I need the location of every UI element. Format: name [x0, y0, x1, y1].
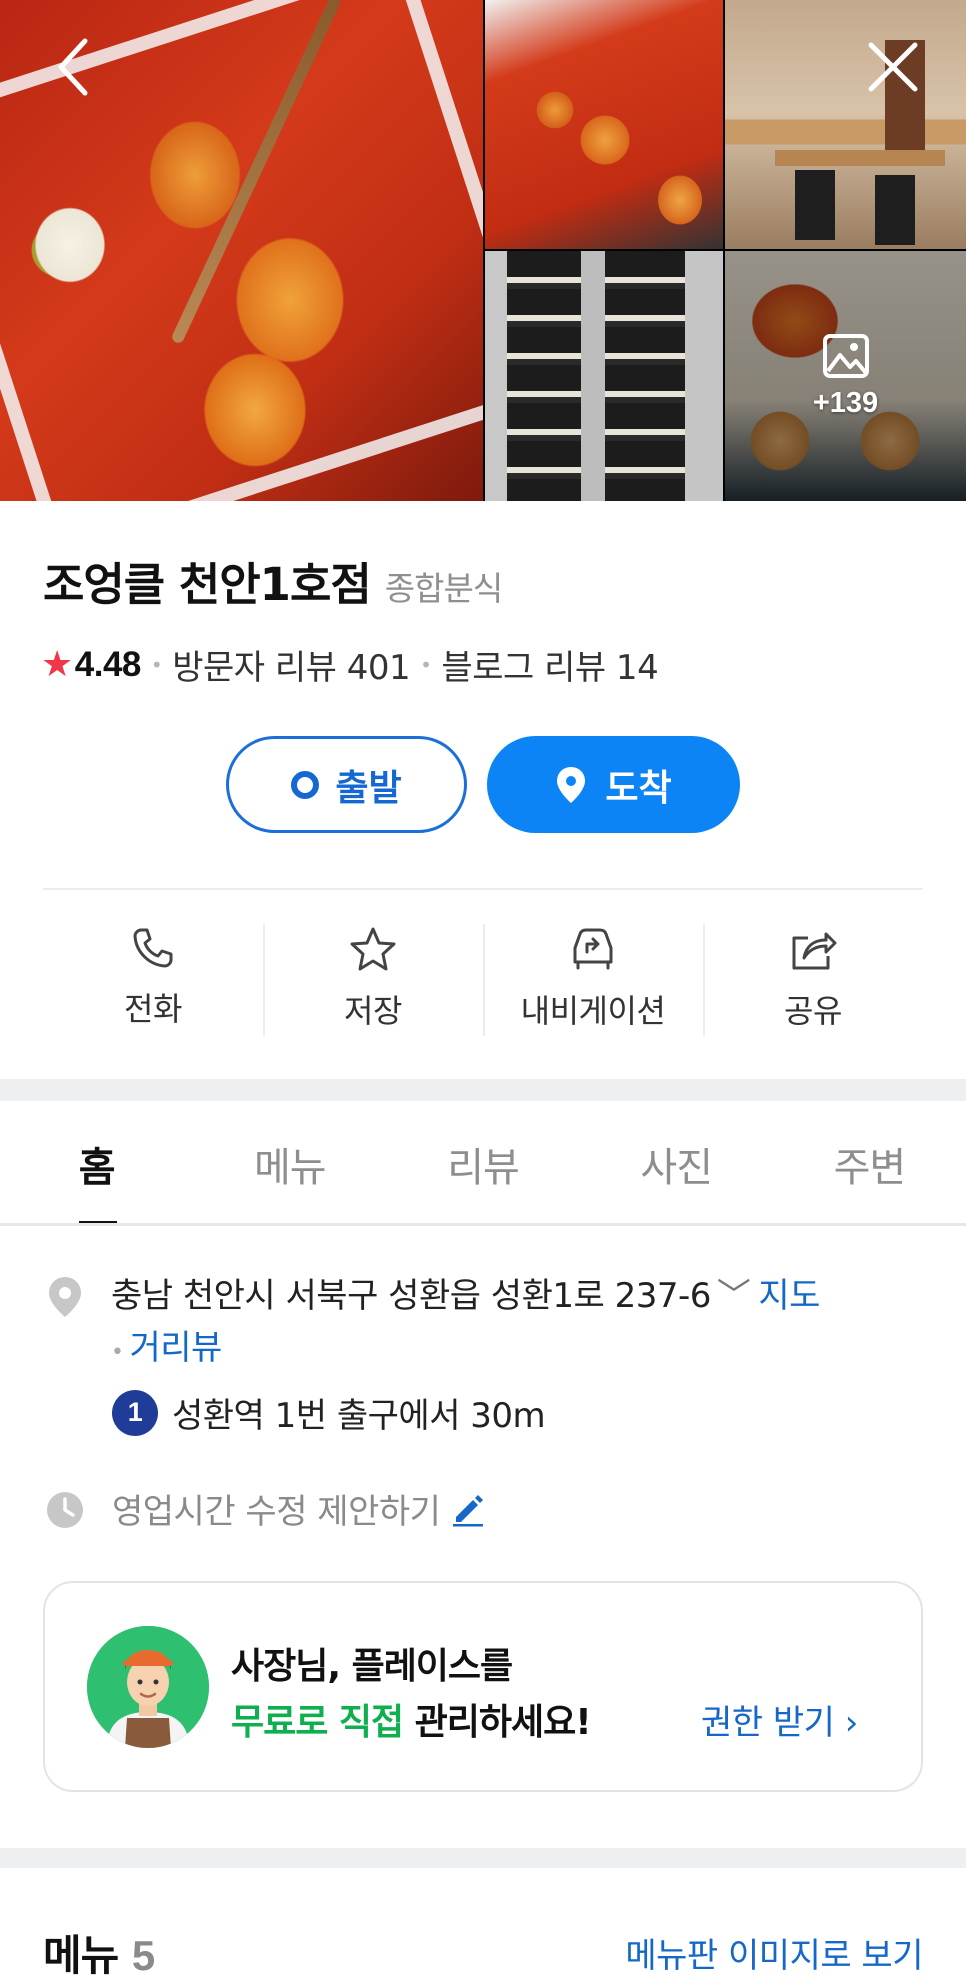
- place-category: 종합분식: [384, 569, 503, 608]
- photo-thumb-2[interactable]: [725, 0, 966, 249]
- navigation-button[interactable]: 내비게이션: [483, 912, 703, 1052]
- chevron-down-icon[interactable]: ﹀: [717, 1270, 751, 1322]
- promo-line-2: 무료로 직접 관리하세요!: [231, 1693, 592, 1745]
- subway-info: 1 성환역 1번 출구에서 30m: [112, 1388, 546, 1437]
- photo-detail-chair: [875, 175, 915, 245]
- close-button[interactable]: [858, 32, 928, 102]
- subway-line-badge: 1: [112, 1389, 158, 1436]
- share-button[interactable]: 공유: [703, 912, 923, 1052]
- location-icon: [49, 1277, 81, 1317]
- promo-line-1: 사장님, 플레이스를: [231, 1646, 513, 1687]
- car-navigation-icon: [573, 928, 613, 970]
- hours-suggest-link[interactable]: 영업시간 수정 제안하기: [112, 1484, 486, 1533]
- place-header: 조엉클 천안1호점 종합분식: [43, 548, 503, 613]
- photo-thumb-1[interactable]: [485, 0, 723, 249]
- map-link[interactable]: 지도: [758, 1276, 820, 1316]
- depart-label: 출발: [335, 767, 402, 809]
- save-label: 저장: [344, 992, 402, 1030]
- photo-detail-foil: [485, 251, 723, 501]
- rating-value: 4.48: [74, 644, 142, 684]
- menu-title: 메뉴: [43, 1931, 119, 1980]
- owner-avatar: [87, 1626, 209, 1748]
- back-button[interactable]: [38, 32, 108, 102]
- image-icon: [822, 333, 869, 378]
- claim-permission-link[interactable]: 권한 받기 ›: [701, 1695, 858, 1744]
- share-icon: [792, 932, 837, 970]
- blog-review-link[interactable]: 블로그 리뷰 14: [441, 640, 658, 689]
- subway-text: 성환역 1번 출구에서 30m: [172, 1396, 546, 1436]
- location-pin-icon: [557, 766, 586, 803]
- promo-highlight: 무료로 직접: [231, 1702, 404, 1743]
- depart-button[interactable]: 출발: [226, 736, 467, 833]
- tab-menu[interactable]: 메뉴: [193, 1101, 386, 1226]
- arrive-label: 도착: [605, 767, 672, 809]
- close-icon: [868, 42, 918, 92]
- address-block: 충남 천안시 서북구 성환읍 성환1로 237-6 ﹀ 지도 • 거리뷰: [111, 1270, 911, 1379]
- rating-star-icon: ★: [41, 644, 73, 685]
- owner-illustration-icon: [87, 1626, 209, 1748]
- arrive-button[interactable]: 도착: [487, 736, 740, 833]
- call-button[interactable]: 전화: [43, 912, 263, 1052]
- separator-dot: •: [111, 1340, 124, 1365]
- action-bar: 전화 저장 내비게이션 공유: [43, 912, 923, 1052]
- hours-text: 영업시간 수정 제안하기: [112, 1492, 441, 1532]
- rating-row: ★ 4.48 • 방문자 리뷰 401 • 블로그 리뷰 14: [41, 640, 659, 689]
- clock-icon: [47, 1492, 83, 1528]
- tab-photo[interactable]: 사진: [580, 1101, 773, 1226]
- photo-thumb-3[interactable]: [485, 251, 723, 501]
- call-label: 전화: [124, 990, 182, 1028]
- more-photos-count: +139: [812, 386, 879, 419]
- place-name: 조엉클 천안1호점: [43, 558, 372, 611]
- tab-nearby[interactable]: 주변: [773, 1101, 966, 1226]
- phone-icon: [133, 928, 173, 968]
- share-label: 공유: [784, 992, 842, 1030]
- section-separator: [0, 1848, 966, 1868]
- photo-detail-table: [775, 150, 945, 166]
- menu-image-link[interactable]: 메뉴판 이미지로 보기: [625, 1928, 923, 1977]
- promo-line-2-rest: 관리하세요!: [403, 1702, 592, 1743]
- save-button[interactable]: 저장: [263, 912, 483, 1052]
- divider: [43, 888, 923, 890]
- section-separator: [0, 1079, 966, 1101]
- tab-bar: 홈 메뉴 리뷰 사진 주변: [0, 1101, 966, 1226]
- owner-promo-card[interactable]: 사장님, 플레이스를 무료로 직접 관리하세요! 권한 받기 ›: [43, 1581, 923, 1792]
- separator-dot: •: [150, 652, 163, 677]
- origin-dot-icon: [291, 770, 320, 799]
- visitor-review-link[interactable]: 방문자 리뷰 401: [172, 640, 410, 689]
- separator-dot: •: [420, 652, 432, 677]
- menu-section-title: 메뉴 5: [43, 1922, 155, 1980]
- photo-detail-chair: [795, 170, 835, 240]
- menu-count: 5: [131, 1932, 155, 1979]
- pencil-icon: [453, 1494, 484, 1526]
- address-text: 충남 천안시 서북구 성환읍 성환1로 237-6: [111, 1276, 711, 1316]
- more-photos-button[interactable]: +139: [725, 251, 966, 501]
- chevron-left-icon: [58, 38, 88, 96]
- tab-underline: [0, 1223, 966, 1226]
- tab-review[interactable]: 리뷰: [386, 1101, 579, 1226]
- star-icon: [350, 927, 396, 971]
- navigation-label: 내비게이션: [520, 992, 666, 1030]
- street-view-link[interactable]: 거리뷰: [129, 1328, 222, 1368]
- tab-home[interactable]: 홈: [0, 1101, 193, 1226]
